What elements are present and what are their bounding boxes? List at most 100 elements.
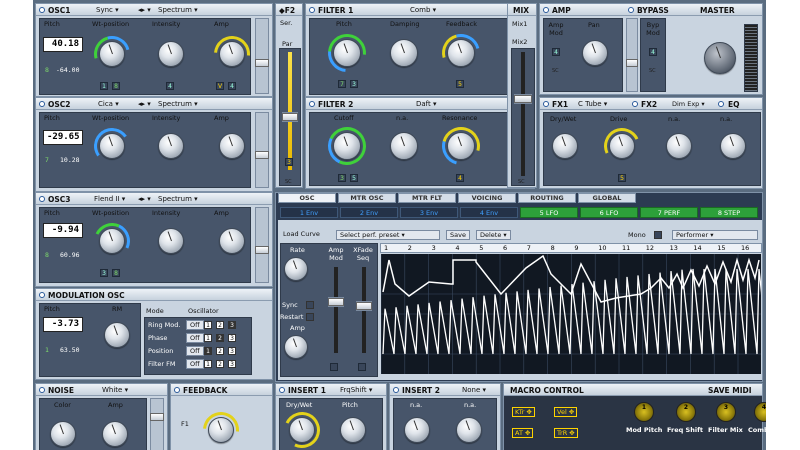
filter2-na-knob[interactable] bbox=[390, 132, 418, 160]
osc1-intensity-knob[interactable] bbox=[158, 41, 184, 67]
env-tab-1[interactable]: 1 Env bbox=[280, 207, 338, 218]
osc1-wtpos-knob[interactable] bbox=[99, 41, 125, 67]
fx1-na1-knob[interactable] bbox=[666, 133, 692, 159]
modosc-filterfm-1[interactable]: 1 bbox=[204, 360, 212, 368]
macro-ktr-icon[interactable]: KTr ✥ bbox=[512, 407, 535, 417]
filter1-type-dropdown[interactable]: Comb bbox=[410, 6, 436, 14]
osc3-wave-dropdown[interactable]: Flend II bbox=[94, 195, 125, 203]
tab-osc[interactable]: OSC bbox=[278, 193, 336, 203]
modosc-pitch-display[interactable]: -3.73 bbox=[43, 317, 83, 332]
feedback-knob[interactable] bbox=[208, 417, 234, 443]
filter1-pitch-knob[interactable] bbox=[333, 39, 361, 67]
modosc-ringmod-off[interactable]: Off bbox=[186, 320, 204, 330]
filter2-mod-box-1[interactable]: 3 bbox=[338, 174, 346, 182]
osc1-mod-box-3[interactable]: 4 bbox=[166, 82, 174, 90]
filter1-damping-knob[interactable] bbox=[390, 39, 418, 67]
perf-restart-checkbox[interactable] bbox=[306, 313, 314, 321]
step-tab-8[interactable]: 8 STEP bbox=[700, 207, 758, 218]
osc2-arrows[interactable]: ◂▸ bbox=[138, 100, 151, 108]
modosc-position-2[interactable]: 2 bbox=[216, 347, 224, 355]
noise-fader[interactable] bbox=[150, 398, 164, 450]
modosc-phase-2[interactable]: 2 bbox=[216, 334, 224, 342]
macro-knob-3[interactable]: 3 bbox=[716, 402, 736, 422]
macro-at-icon[interactable]: AT ✥ bbox=[512, 428, 534, 438]
master-volume-knob[interactable] bbox=[704, 42, 736, 74]
filter1-feedback-knob[interactable] bbox=[447, 39, 475, 67]
bypass-power-button[interactable] bbox=[628, 7, 634, 13]
osc3-pitch-display[interactable]: -9.94 bbox=[43, 223, 83, 238]
modosc-ringmod-1[interactable]: 1 bbox=[204, 321, 212, 329]
modosc-ringmod-2[interactable]: 2 bbox=[216, 321, 224, 329]
osc3-fader[interactable] bbox=[255, 207, 269, 283]
modosc-filterfm-off[interactable]: Off bbox=[186, 359, 204, 369]
insert2-na2-knob[interactable] bbox=[456, 417, 482, 443]
osc1-mod-box-1[interactable]: 1 bbox=[100, 82, 108, 90]
modosc-phase-3[interactable]: 3 bbox=[228, 334, 236, 342]
filter2-power-button[interactable] bbox=[309, 101, 315, 107]
noise-amp-knob[interactable] bbox=[102, 421, 128, 447]
osc3-wtpos-knob[interactable] bbox=[99, 228, 125, 254]
fx1-na2-knob[interactable] bbox=[720, 133, 746, 159]
osc3-arrows[interactable]: ◂▸ bbox=[138, 195, 151, 203]
noise-color-knob[interactable] bbox=[50, 421, 76, 447]
osc1-fader[interactable] bbox=[255, 18, 269, 94]
bypass-mod-box[interactable]: 4 bbox=[649, 48, 657, 56]
osc1-mode-dropdown[interactable]: Spectrum bbox=[158, 6, 198, 14]
env-tab-3[interactable]: 3 Env bbox=[400, 207, 458, 218]
lfo-tab-5[interactable]: 5 LFO bbox=[520, 207, 578, 218]
lfo-tab-6[interactable]: 6 LFO bbox=[580, 207, 638, 218]
mono-checkbox[interactable] bbox=[654, 231, 662, 239]
osc2-amp-knob[interactable] bbox=[219, 133, 245, 159]
amp-power-button[interactable] bbox=[543, 7, 549, 13]
fx2-type-dropdown[interactable]: Dim Exp bbox=[672, 100, 705, 108]
f2-mod-box[interactable]: 3 bbox=[285, 158, 293, 166]
osc2-fader[interactable] bbox=[255, 112, 269, 188]
filter1-mod-box-3[interactable]: 5 bbox=[456, 80, 464, 88]
insert1-power-button[interactable] bbox=[279, 387, 285, 393]
macro-vel-icon[interactable]: Vel ✥ bbox=[554, 407, 578, 417]
filter2-mod-box-2[interactable]: 5 bbox=[350, 174, 358, 182]
save-midi-button[interactable]: SAVE MIDI bbox=[708, 386, 752, 395]
filter1-mod-box-2[interactable]: 3 bbox=[350, 80, 358, 88]
perf-rate-knob[interactable] bbox=[284, 257, 308, 281]
osc1-mod-box-2[interactable]: 8 bbox=[112, 82, 120, 90]
noise-type-dropdown[interactable]: White bbox=[102, 386, 128, 394]
mix-fader[interactable] bbox=[514, 94, 532, 104]
fx1-drive-knob[interactable] bbox=[609, 133, 635, 159]
xfade-seq-fader[interactable] bbox=[356, 301, 372, 311]
osc1-mod-box-5[interactable]: 4 bbox=[228, 82, 236, 90]
feedback-power-button[interactable] bbox=[174, 387, 180, 393]
performer-dropdown[interactable]: Performer ▾ bbox=[672, 230, 758, 240]
osc3-mode-dropdown[interactable]: Spectrum bbox=[158, 195, 198, 203]
eq-power-button[interactable] bbox=[718, 101, 724, 107]
macro-knob-4[interactable]: 4 bbox=[754, 402, 766, 422]
filter1-power-button[interactable] bbox=[309, 7, 315, 13]
amp-fader[interactable] bbox=[626, 18, 638, 92]
save-button[interactable]: Save bbox=[446, 230, 470, 240]
amp-mod-fader[interactable] bbox=[328, 297, 344, 307]
osc1-sync-dropdown[interactable]: Sync bbox=[96, 6, 119, 14]
noise-power-button[interactable] bbox=[39, 387, 45, 393]
tab-voicing[interactable]: VOICING bbox=[458, 193, 516, 203]
env-tab-4[interactable]: 4 Env bbox=[460, 207, 518, 218]
f2-ser-par-fader[interactable] bbox=[282, 112, 298, 122]
filter2-type-dropdown[interactable]: Daft bbox=[416, 100, 437, 108]
env-tab-2[interactable]: 2 Env bbox=[340, 207, 398, 218]
delete-dropdown[interactable]: Delete ▾ bbox=[476, 230, 511, 240]
osc1-pitch-display[interactable]: 40.18 bbox=[43, 37, 83, 52]
fx1-power-button[interactable] bbox=[543, 101, 549, 107]
filter2-mod-box-3[interactable]: 4 bbox=[456, 174, 464, 182]
modosc-power-button[interactable] bbox=[39, 292, 45, 298]
osc2-mode-dropdown[interactable]: Spectrum bbox=[158, 100, 198, 108]
insert1-pitch-knob[interactable] bbox=[340, 417, 366, 443]
xfade-mod-box[interactable] bbox=[358, 363, 366, 371]
macro-trr-icon[interactable]: TrR ✥ bbox=[554, 428, 578, 438]
osc3-intensity-knob[interactable] bbox=[158, 228, 184, 254]
modosc-rm-knob[interactable] bbox=[104, 322, 130, 348]
tab-global[interactable]: GLOBAL bbox=[578, 193, 636, 203]
modosc-position-1[interactable]: 1 bbox=[204, 347, 212, 355]
osc1-power-button[interactable] bbox=[39, 7, 45, 13]
perf-curve-editor[interactable] bbox=[381, 254, 761, 374]
macro-knob-1[interactable]: 1 bbox=[634, 402, 654, 422]
insert2-na1-knob[interactable] bbox=[404, 417, 430, 443]
